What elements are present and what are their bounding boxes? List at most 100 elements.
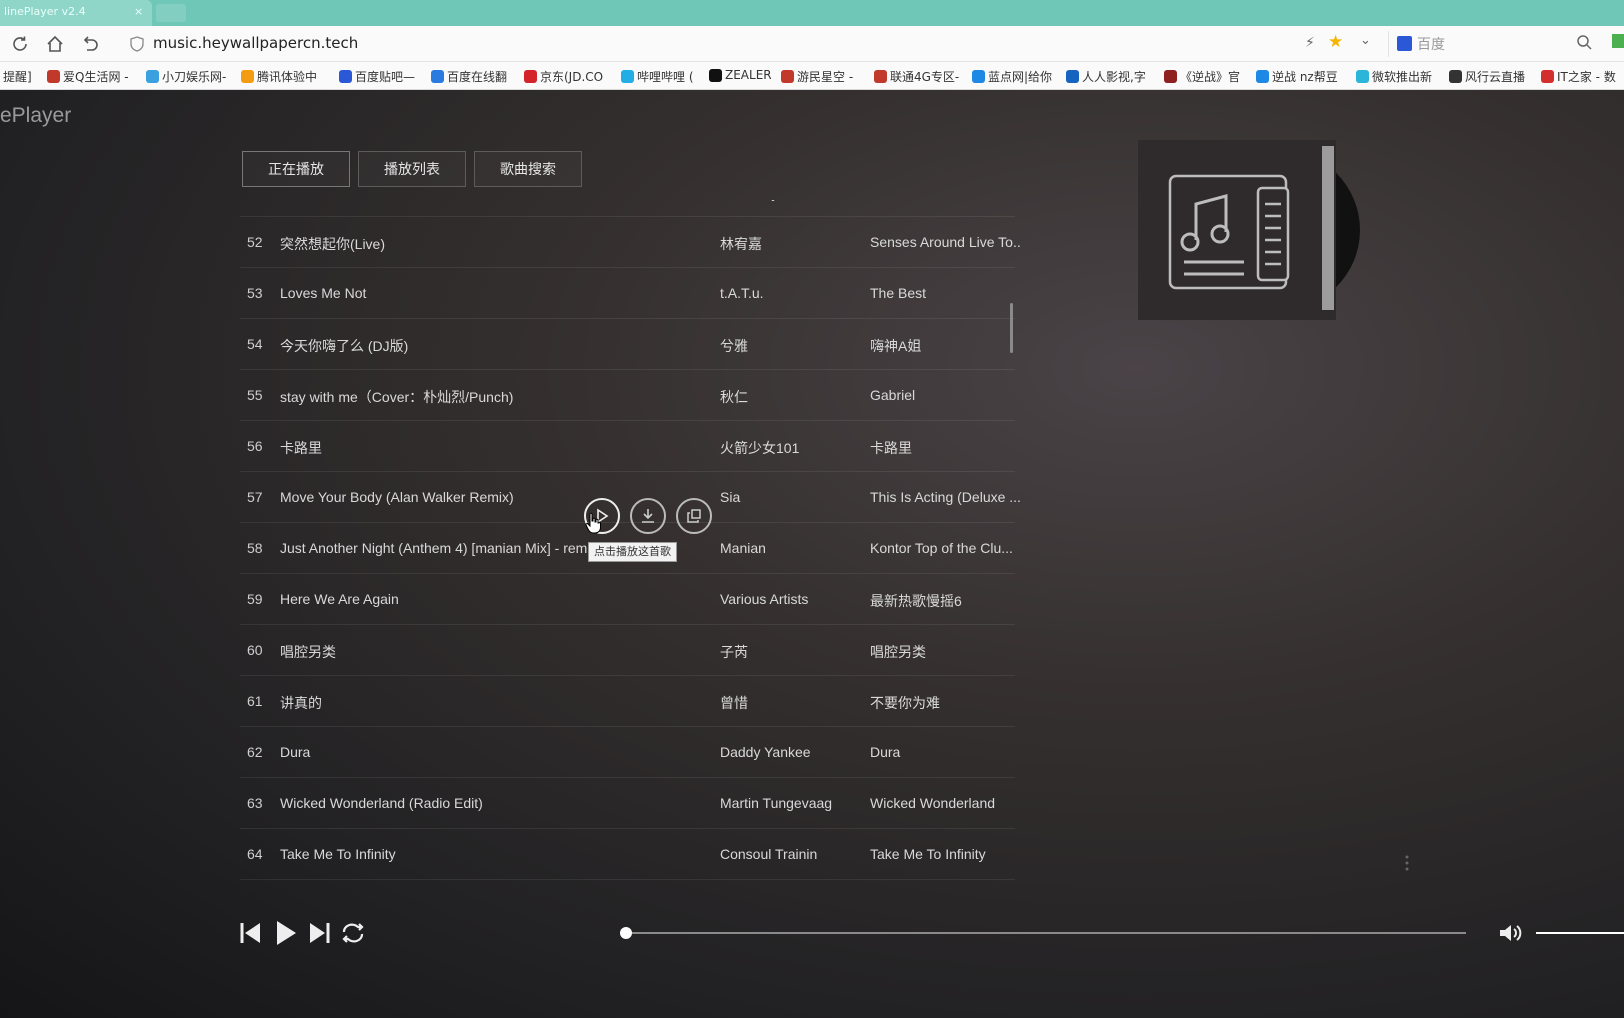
repeat-icon[interactable] [338, 918, 368, 948]
volume-icon[interactable] [1498, 922, 1524, 944]
song-row-actions [584, 498, 712, 534]
more-options-icon[interactable] [1404, 854, 1410, 872]
player-tabs: 正在播放 播放列表 歌曲搜索 [242, 151, 582, 187]
song-row[interactable]: 54 今天你嗨了么 (DJ版) 兮雅 嗨神A姐 [240, 319, 1015, 370]
undo-icon[interactable] [78, 32, 102, 56]
bookmark-label: 京东(JD.CO [540, 70, 604, 84]
song-artist: 火箭少女101 [720, 440, 800, 456]
bookmark-item[interactable]: IT之家 - 数 [1541, 68, 1616, 85]
song-row[interactable]: 62 Dura Daddy Yankee Dura [240, 727, 1015, 778]
song-title: 突然想起你(Live) [280, 236, 386, 252]
refresh-icon[interactable] [8, 32, 32, 56]
song-artist: Daddy Yankee [720, 744, 811, 760]
song-album: This Is Acting (Deluxe ... [870, 489, 1020, 505]
song-row[interactable]: 52 突然想起你(Live) 林宥嘉 Senses Around Live To... [240, 217, 1020, 268]
song-row[interactable]: 63 Wicked Wonderland (Radio Edit) Martin T… [240, 778, 1015, 829]
song-number: 64 [247, 846, 263, 862]
bookmark-label: 《逆战》官 [1180, 70, 1241, 84]
song-row[interactable]: 60 唱腔另类 子芮 唱腔另类 [240, 625, 1015, 676]
song-artist: Various Artists [720, 591, 809, 607]
flash-icon[interactable]: ⚡ [1305, 35, 1315, 51]
bookmark-label: 爱Q生活网 - [63, 70, 129, 84]
bookmark-icon [1449, 70, 1462, 83]
next-track-icon[interactable] [304, 918, 334, 948]
share-song-button[interactable] [676, 498, 712, 534]
song-row[interactable]: 64 Take Me To Infinity Consoul Trainin Take… [240, 829, 1015, 880]
bookmark-item[interactable]: 百度贴吧— [339, 68, 415, 85]
volume-slider[interactable] [1536, 932, 1624, 934]
previous-track-icon[interactable] [236, 918, 266, 948]
song-number: 53 [247, 285, 263, 301]
bookmark-item[interactable]: ZEALER [709, 68, 772, 82]
bookmark-item[interactable]: 游民星空 - [781, 68, 853, 85]
browser-tab[interactable]: linePlayer v2.4 × [0, 0, 152, 26]
bookmark-item[interactable]: 京东(JD.CO [524, 68, 603, 85]
song-album: 嗨神A姐 [870, 338, 922, 354]
tab-song-search[interactable]: 歌曲搜索 [474, 151, 582, 187]
bookmark-item[interactable]: 风行云直播 [1449, 68, 1525, 85]
play-pause-icon[interactable] [270, 918, 300, 948]
bookmark-label: 百度在线翻 [447, 70, 508, 84]
progress-bar[interactable] [620, 927, 1466, 939]
song-title: stay with me（Cover：朴灿烈/Punch) [280, 389, 514, 405]
song-number: 59 [247, 591, 263, 607]
bookmark-item[interactable]: 《逆战》官 [1164, 68, 1240, 85]
url-field[interactable]: music.heywallpapercn.tech [153, 34, 358, 52]
bookmark-item[interactable]: 蓝点网|给你 [972, 68, 1052, 85]
song-row[interactable]: 53 Loves Me Not t.A.T.u. The Best [240, 268, 1015, 319]
bookmark-item[interactable]: 联通4G专区- [874, 68, 959, 85]
song-artist: t.A.T.u. [720, 285, 764, 301]
new-tab-button[interactable] [156, 4, 186, 22]
bookmark-icon [709, 68, 722, 82]
list-scrollbar[interactable] [1010, 303, 1013, 353]
song-number: 55 [247, 387, 263, 403]
bookmark-label: 微软推出新 [1372, 70, 1433, 84]
bookmark-item[interactable]: 小刀娱乐网- [146, 68, 226, 85]
song-title: 今天你嗨了么 (DJ版) [280, 338, 409, 354]
tab-playlist[interactable]: 播放列表 [358, 151, 466, 187]
tab-now-playing[interactable]: 正在播放 [242, 151, 350, 187]
bookmark-label: 提醒] [3, 70, 32, 84]
song-row[interactable]: 55 stay with me（Cover：朴灿烈/Punch) 秋仁 Gabriel [240, 370, 1015, 421]
song-number: 57 [247, 489, 263, 505]
hand-cursor-icon [585, 512, 601, 534]
song-title: Take Me To Infinity [280, 846, 396, 862]
song-title: Wicked Wonderland (Radio Edit) [280, 795, 483, 811]
song-artist: Pianoboy高至豪 [720, 200, 820, 203]
bookmark-item[interactable]: 微软推出新 [1356, 68, 1432, 85]
bookmark-icon [972, 70, 985, 83]
bookmark-icon [1164, 70, 1177, 83]
progress-handle[interactable] [620, 927, 632, 939]
bookmark-item[interactable]: 爱Q生活网 - [47, 68, 129, 85]
search-placeholder: 百度 [1417, 37, 1445, 53]
browser-tab-title: linePlayer v2.4 [4, 5, 86, 18]
bookmark-item[interactable]: 逆战 nz帮豆 [1256, 68, 1338, 85]
star-icon[interactable]: ★ [1328, 32, 1343, 52]
song-artist: Martin Tungevaag [720, 795, 833, 811]
share-icon [687, 509, 701, 523]
home-icon[interactable] [43, 32, 67, 56]
song-row[interactable]: 56 卡路里 火箭少女101 卡路里 [240, 421, 1015, 472]
song-album: 最新热歌慢摇6 [870, 593, 962, 609]
download-song-button[interactable] [630, 498, 666, 534]
extension-icon[interactable] [1612, 34, 1624, 48]
chevron-down-icon[interactable]: ⌄ [1360, 33, 1371, 48]
song-row[interactable]: 51The truth that you leavePianoboy高至豪The… [240, 200, 1015, 217]
song-artist: Consoul Trainin [720, 846, 818, 862]
bookmark-item[interactable]: 腾讯体验中 [241, 68, 317, 85]
bookmark-label: 腾讯体验中 [257, 70, 318, 84]
bookmark-item[interactable]: 百度在线翻 [431, 68, 507, 85]
tab-close-icon[interactable]: × [134, 5, 143, 18]
bookmark-label: 哔哩哔哩 ( [637, 70, 694, 84]
search-icon[interactable] [1576, 34, 1592, 50]
song-row[interactable]: 61 讲真的 曾惜 不要你为难 [240, 676, 1015, 727]
song-album: Take Me To Infinity [870, 846, 986, 862]
song-artist: 兮雅 [720, 338, 748, 354]
bookmark-item[interactable]: 人人影视,字 [1066, 68, 1146, 85]
bookmark-item[interactable]: 提醒] [0, 68, 32, 85]
song-row[interactable]: 59 Here We Are Again Various Artists 最新热歌慢摇… [240, 574, 1015, 625]
player-page: ePlayer 正在播放 播放列表 歌曲搜索 51The truth that … [0, 90, 1624, 1018]
music-note-icon [1168, 174, 1290, 290]
player-controls [236, 918, 1624, 948]
bookmark-item[interactable]: 哔哩哔哩 ( [621, 68, 694, 85]
